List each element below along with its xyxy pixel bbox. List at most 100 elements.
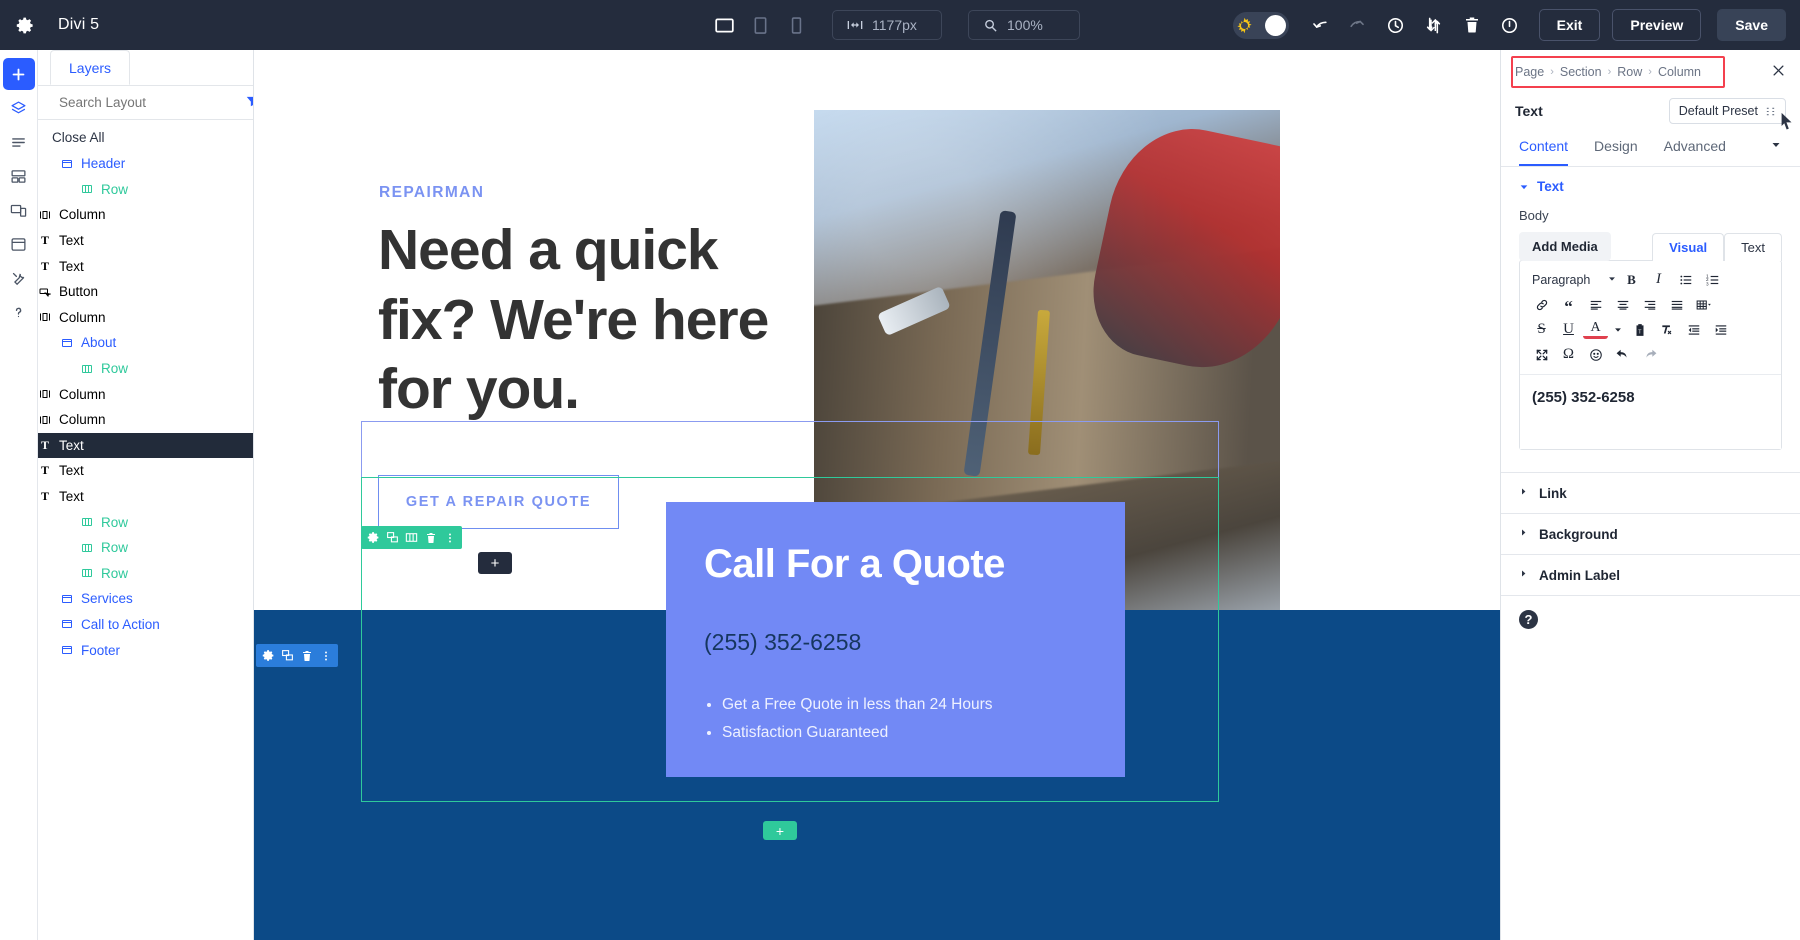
viewport-width-field[interactable]: 1177px [832,10,942,40]
numbered-list-icon[interactable]: 123 [1700,268,1725,291]
body-textarea[interactable]: (255) 352-6258 [1520,375,1781,449]
layer-item-text[interactable]: T Text [38,458,253,484]
rail-wireframe-button[interactable] [3,160,35,192]
breadcrumb-item-column[interactable]: Column [1658,65,1701,79]
breadcrumb-item-row[interactable]: Row [1617,65,1642,79]
special-character-icon[interactable]: Ω [1556,343,1581,366]
layer-item-text[interactable]: T Text [38,228,253,254]
rail-tools-button[interactable] [3,262,35,294]
strikethrough-icon[interactable]: S [1529,318,1554,341]
undo-button[interactable] [1303,8,1337,42]
breadcrumb-item-section[interactable]: Section [1560,65,1602,79]
bulleted-list-icon[interactable] [1673,268,1698,291]
tab-visual[interactable]: Visual [1652,232,1725,261]
blockquote-icon[interactable]: “ [1556,293,1581,316]
layer-item-column[interactable]: Column [38,407,253,433]
align-center-icon[interactable] [1610,293,1635,316]
history-button[interactable] [1379,8,1413,42]
quote-card[interactable]: Call For a Quote (255) 352-6258 Get a Fr… [666,502,1125,777]
columns-icon[interactable] [403,529,420,546]
rail-help-button[interactable] [3,296,35,328]
gear-icon[interactable] [365,529,382,546]
settings-group-link[interactable]: Link [1501,472,1800,513]
viewport-desktop-button[interactable] [710,11,738,39]
add-media-button[interactable]: Add Media [1519,232,1611,261]
layer-item-footer[interactable]: Footer [38,637,253,663]
close-all-button[interactable]: Close All [38,120,253,151]
outdent-icon[interactable] [1681,318,1706,341]
chevron-down-icon[interactable] [1610,318,1625,341]
filter-icon[interactable] [245,94,253,111]
align-left-icon[interactable] [1583,293,1608,316]
tab-layers[interactable]: Layers [50,50,131,85]
undo-icon[interactable] [1610,343,1635,366]
layer-item-about[interactable]: About [38,330,253,356]
layer-item-text[interactable]: T Text [38,253,253,279]
preset-selector[interactable]: Default Preset [1668,98,1786,124]
layer-item-row[interactable]: Row [38,535,253,561]
bold-icon[interactable]: B [1619,268,1644,291]
underline-icon[interactable]: U [1556,318,1581,341]
layer-item-header[interactable]: Header [38,151,253,177]
layer-item-text[interactable]: T Text [38,484,253,510]
clear-formatting-icon[interactable] [1654,318,1679,341]
rail-responsive-button[interactable] [3,194,35,226]
help-icon[interactable]: ? [1519,610,1538,629]
trash-icon[interactable] [298,647,315,664]
redo-button[interactable] [1341,8,1375,42]
indent-icon[interactable] [1708,318,1733,341]
rail-layers-button[interactable] [3,92,35,124]
duplicate-icon[interactable] [279,647,296,664]
layer-item-row[interactable]: Row [38,509,253,535]
exit-builder-icon-button[interactable] [1493,8,1527,42]
layer-item-row[interactable]: Row [38,561,253,587]
close-panel-button[interactable] [1771,63,1786,81]
builder-mode-toggle[interactable] [1232,11,1289,39]
fullscreen-icon[interactable] [1529,343,1554,366]
add-module-button[interactable]: + [478,552,512,574]
align-right-icon[interactable] [1637,293,1662,316]
paste-as-text-icon[interactable]: T [1627,318,1652,341]
format-select[interactable]: Paragraph [1529,273,1617,287]
tab-content[interactable]: Content [1519,138,1569,166]
layer-item-row[interactable]: Row [38,356,253,382]
rail-list-view-button[interactable] [3,126,35,158]
text-color-icon[interactable]: A [1583,320,1608,339]
table-icon[interactable] [1691,293,1716,316]
delete-button[interactable] [1455,8,1489,42]
tab-text[interactable]: Text [1724,232,1782,261]
save-button[interactable]: Save [1717,9,1786,41]
tabs-overflow-button[interactable] [1770,138,1782,166]
layer-item-row[interactable]: Row [38,177,253,203]
exit-button[interactable]: Exit [1538,9,1601,41]
rail-add-module-button[interactable] [2,58,35,90]
layer-item-services[interactable]: Services [38,586,253,612]
italic-icon[interactable]: I [1646,268,1671,291]
trash-icon[interactable] [422,529,439,546]
redo-icon[interactable] [1637,343,1662,366]
emoji-icon[interactable] [1583,343,1608,366]
layer-item-column[interactable]: Column [38,202,253,228]
breadcrumb-item-page[interactable]: Page [1515,65,1544,79]
align-justify-icon[interactable] [1664,293,1689,316]
duplicate-icon[interactable] [384,529,401,546]
viewport-phone-button[interactable] [782,11,810,39]
layer-item-button[interactable]: Button [38,279,253,305]
more-vertical-icon[interactable] [441,529,458,546]
layer-item-column[interactable]: Column [38,381,253,407]
zoom-field[interactable]: 100% [968,10,1080,40]
settings-gear-button[interactable] [6,16,44,35]
add-row-button[interactable]: + [763,821,797,840]
search-input[interactable] [59,95,236,110]
link-icon[interactable] [1529,293,1554,316]
layer-item-column[interactable]: Column [38,305,253,331]
rail-history-button[interactable] [3,228,35,260]
more-vertical-icon[interactable] [317,647,334,664]
viewport-tablet-button[interactable] [746,11,774,39]
layer-item-call-to-action[interactable]: Call to Action [38,612,253,638]
settings-group-background[interactable]: Background [1501,513,1800,554]
tab-design[interactable]: Design [1594,138,1638,166]
text-group-header[interactable]: Text [1519,179,1782,194]
sort-button[interactable] [1417,8,1451,42]
layer-item-text[interactable]: T Text [38,432,253,459]
